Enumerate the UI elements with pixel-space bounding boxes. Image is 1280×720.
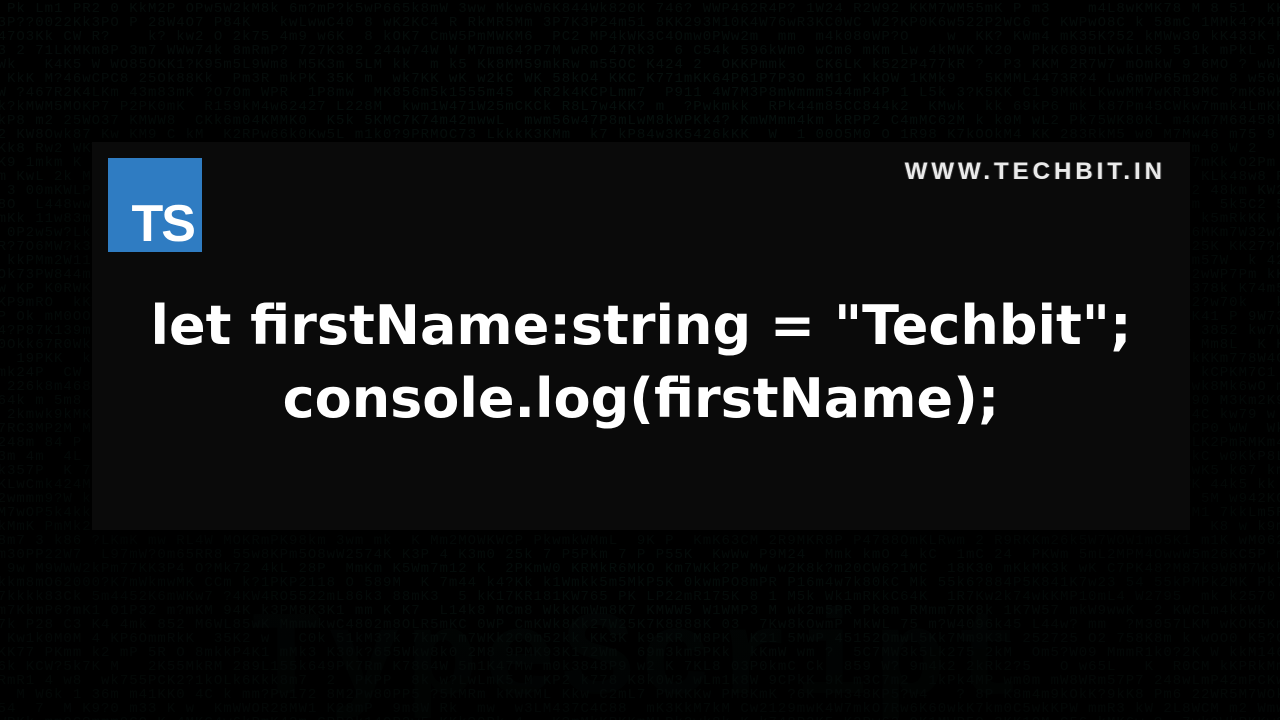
typescript-badge-label: TS [132, 198, 194, 250]
site-url: WWW.TECHBIT.IN [905, 158, 1166, 186]
typescript-badge-icon: TS [108, 158, 202, 252]
code-line-2: console.log(firstName); [92, 363, 1190, 436]
code-line-1: let firstName:string = "Techbit"; [92, 290, 1190, 363]
code-snippet: let firstName:string = "Techbit"; consol… [92, 290, 1190, 436]
